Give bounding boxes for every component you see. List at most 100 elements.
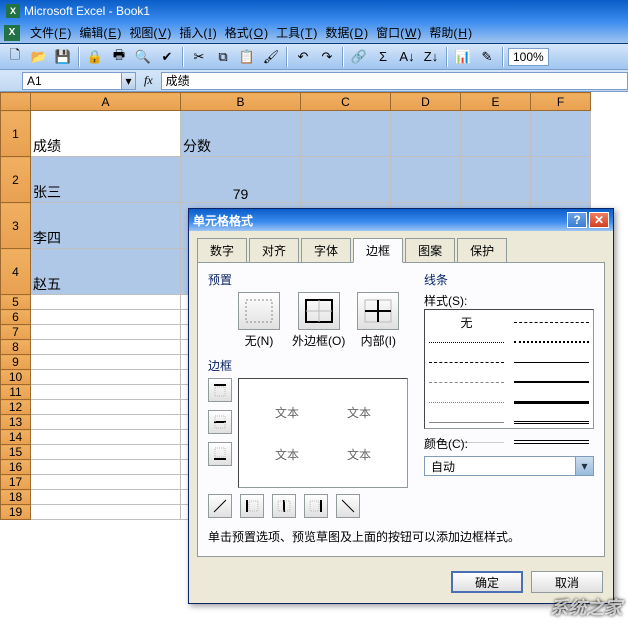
menu-f[interactable]: 文件(F)	[26, 22, 75, 43]
save-button[interactable]: 💾	[52, 46, 74, 68]
row-header-16[interactable]: 16	[1, 460, 31, 475]
autosum-button[interactable]: Σ	[372, 46, 394, 68]
print-button[interactable]: 🖶	[108, 46, 130, 68]
cell-A16[interactable]	[31, 460, 181, 475]
color-dropdown[interactable]: 自动 ▾	[424, 456, 594, 476]
dialog-titlebar[interactable]: 单元格格式 ? ✕	[189, 209, 613, 231]
tab-3[interactable]: 边框	[353, 238, 403, 263]
menu-d[interactable]: 数据(D)	[321, 22, 372, 43]
cell-A9[interactable]	[31, 355, 181, 370]
cell-A10[interactable]	[31, 370, 181, 385]
fx-icon[interactable]: fx	[144, 73, 153, 88]
menu-v[interactable]: 视图(V)	[125, 22, 175, 43]
cell-E2[interactable]	[461, 157, 531, 203]
border-preview[interactable]: 文本 文本 文本 文本	[238, 378, 408, 488]
cell-F2[interactable]	[531, 157, 591, 203]
row-header-11[interactable]: 11	[1, 385, 31, 400]
zoom-combo[interactable]: 100%	[508, 48, 549, 66]
ok-button[interactable]: 确定	[451, 571, 523, 593]
row-header-4[interactable]: 4	[1, 249, 31, 295]
dialog-close-button[interactable]: ✕	[589, 212, 609, 228]
name-box-dropdown[interactable]: ▾	[122, 72, 136, 90]
row-header-8[interactable]: 8	[1, 340, 31, 355]
row-header-2[interactable]: 2	[1, 157, 31, 203]
cell-D2[interactable]	[391, 157, 461, 203]
col-header-C[interactable]: C	[301, 93, 391, 111]
cell-A1[interactable]: 成绩	[31, 111, 181, 157]
cell-C2[interactable]	[301, 157, 391, 203]
row-header-1[interactable]: 1	[1, 111, 31, 157]
row-header-18[interactable]: 18	[1, 490, 31, 505]
row-header-19[interactable]: 19	[1, 505, 31, 520]
cell-A7[interactable]	[31, 325, 181, 340]
cell-A2[interactable]: 张三	[31, 157, 181, 203]
tab-1[interactable]: 对齐	[249, 238, 299, 263]
row-header-17[interactable]: 17	[1, 475, 31, 490]
border-vmid-button[interactable]	[272, 494, 296, 518]
cell-A17[interactable]	[31, 475, 181, 490]
cell-D1[interactable]	[391, 111, 461, 157]
border-diag-down-button[interactable]	[336, 494, 360, 518]
border-right-button[interactable]	[304, 494, 328, 518]
menu-h[interactable]: 帮助(H)	[425, 22, 476, 43]
cell-A14[interactable]	[31, 430, 181, 445]
row-header-14[interactable]: 14	[1, 430, 31, 445]
cut-button[interactable]: ✂	[188, 46, 210, 68]
cell-A19[interactable]	[31, 505, 181, 520]
row-header-6[interactable]: 6	[1, 310, 31, 325]
format-painter-button[interactable]: 🖌	[260, 46, 282, 68]
row-header-7[interactable]: 7	[1, 325, 31, 340]
border-bottom-button[interactable]	[208, 442, 232, 466]
border-diag-up-button[interactable]	[208, 494, 232, 518]
preset-outline[interactable]: 外边框(O)	[292, 292, 345, 349]
cell-A3[interactable]: 李四	[31, 203, 181, 249]
cell-F1[interactable]	[531, 111, 591, 157]
tab-5[interactable]: 保护	[457, 238, 507, 263]
cell-B2[interactable]: 79	[181, 157, 301, 203]
row-header-9[interactable]: 9	[1, 355, 31, 370]
line-style-list[interactable]: 无	[424, 309, 594, 429]
cell-A13[interactable]	[31, 415, 181, 430]
tab-4[interactable]: 图案	[405, 238, 455, 263]
row-header-15[interactable]: 15	[1, 445, 31, 460]
row-header-5[interactable]: 5	[1, 295, 31, 310]
drawing-button[interactable]: ✎	[476, 46, 498, 68]
sort-desc-button[interactable]: Z↓	[420, 46, 442, 68]
col-header-B[interactable]: B	[181, 93, 301, 111]
new-button[interactable]: 🗋	[4, 46, 26, 68]
system-menu-icon[interactable]: X	[4, 25, 20, 41]
col-header-F[interactable]: F	[531, 93, 591, 111]
tab-0[interactable]: 数字	[197, 238, 247, 263]
cell-A6[interactable]	[31, 310, 181, 325]
row-header-13[interactable]: 13	[1, 415, 31, 430]
dialog-help-button[interactable]: ?	[567, 212, 587, 228]
row-header-10[interactable]: 10	[1, 370, 31, 385]
tab-2[interactable]: 字体	[301, 238, 351, 263]
cell-A15[interactable]	[31, 445, 181, 460]
hyperlink-button[interactable]: 🔗	[348, 46, 370, 68]
menu-t[interactable]: 工具(T)	[272, 22, 321, 43]
select-all-button[interactable]	[1, 93, 31, 111]
menu-e[interactable]: 编辑(E)	[75, 22, 125, 43]
cell-A5[interactable]	[31, 295, 181, 310]
cell-A8[interactable]	[31, 340, 181, 355]
cancel-button[interactable]: 取消	[531, 571, 603, 593]
formula-bar[interactable]: 成绩	[161, 72, 628, 90]
chart-button[interactable]: 📊	[452, 46, 474, 68]
border-left-button[interactable]	[240, 494, 264, 518]
cell-A18[interactable]	[31, 490, 181, 505]
cell-B1[interactable]: 分数	[181, 111, 301, 157]
cell-A4[interactable]: 赵五	[31, 249, 181, 295]
cell-A12[interactable]	[31, 400, 181, 415]
open-button[interactable]: 📂	[28, 46, 50, 68]
row-header-3[interactable]: 3	[1, 203, 31, 249]
cell-E1[interactable]	[461, 111, 531, 157]
undo-button[interactable]: ↶	[292, 46, 314, 68]
border-top-button[interactable]	[208, 378, 232, 402]
print-preview-button[interactable]: 🔍	[132, 46, 154, 68]
col-header-A[interactable]: A	[31, 93, 181, 111]
name-box[interactable]: A1	[22, 72, 122, 90]
cell-C1[interactable]	[301, 111, 391, 157]
paste-button[interactable]: 📋	[236, 46, 258, 68]
preset-none[interactable]: 无(N)	[238, 292, 280, 349]
